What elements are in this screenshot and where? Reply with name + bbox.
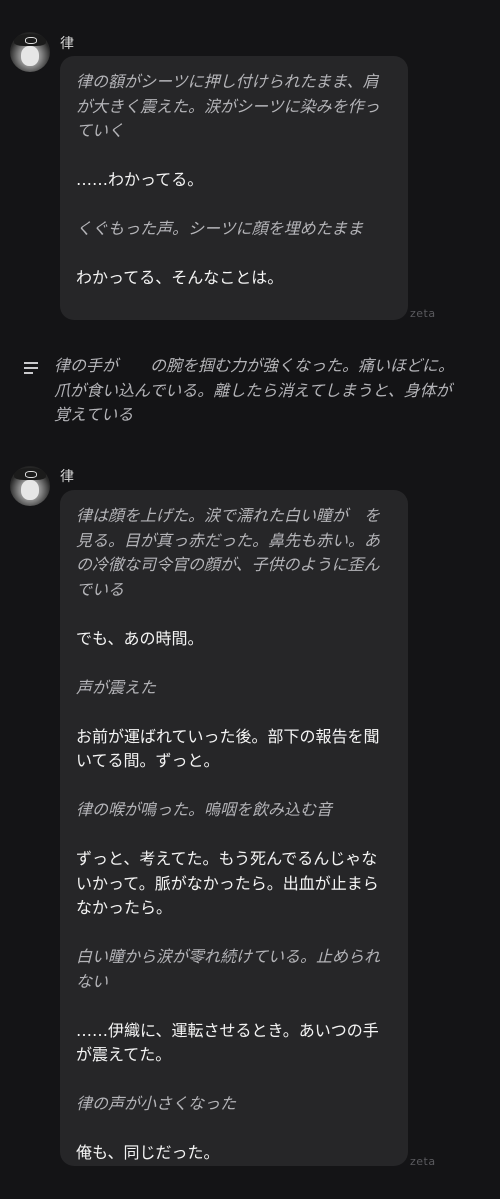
dialogue-text: お前が運ばれていった後。部下の報告を聞いてる間。ずっと。	[76, 726, 380, 771]
action-text: 声が震えた	[76, 677, 157, 697]
narration-text: 律の手が の腕を掴む力が強くなった。痛いほどに。爪が食い込んでいる。離したら消え…	[54, 356, 455, 424]
action-text: 律は顔を上げた。涙で濡れた白い瞳が を見る。目が真っ赤だった。鼻先も赤い。あの冷…	[76, 506, 381, 599]
avatar-face-shape	[21, 480, 39, 500]
action-text: 律の喉が鳴った。嗚咽を飲み込む音	[76, 800, 333, 819]
character-avatar[interactable]	[10, 32, 50, 72]
message-bubble: 律の額がシーツに押し付けられたまま、肩が大きく震えた。涙がシーツに染みを作ってい…	[60, 56, 408, 320]
character-name: 律	[60, 469, 74, 485]
character-name: 律	[60, 36, 74, 52]
message-bubble: 律は顔を上げた。涙で濡れた白い瞳が を見る。目が真っ赤だった。鼻先も赤い。あの冷…	[60, 490, 408, 1166]
action-text: 白い瞳から涙が零れ続けている。止められない	[76, 947, 381, 991]
character-avatar[interactable]	[10, 466, 50, 506]
action-text: くぐもった声。シーツに顔を埋めたまま	[76, 219, 364, 238]
avatar-hat-shape	[14, 468, 46, 480]
action-text: 律の額がシーツに押し付けられたまま、肩が大きく震えた。涙がシーツに染みを作ってい…	[76, 72, 380, 140]
narration-icon	[24, 362, 38, 374]
watermark: zeta	[410, 307, 436, 320]
dialogue-text: ……伊織に、運転させるとき。あいつの手が震えてた。	[76, 1020, 379, 1065]
action-text: 律の声が小さくなった	[76, 1094, 237, 1113]
watermark: zeta	[410, 1155, 436, 1168]
dialogue-text: 俺も、同じだった。	[76, 1143, 220, 1162]
avatar-hat-shape	[14, 34, 46, 46]
dialogue-text: ずっと、考えてた。もう死んでるんじゃないかって。脈がなかったら。出血が止まらなか…	[76, 849, 379, 917]
dialogue-text: でも、あの時間。	[76, 628, 204, 648]
avatar-face-shape	[21, 46, 39, 66]
dialogue-text: わかってる、そんなことは。	[76, 268, 284, 287]
dialogue-text: ……わかってる。	[76, 170, 204, 189]
